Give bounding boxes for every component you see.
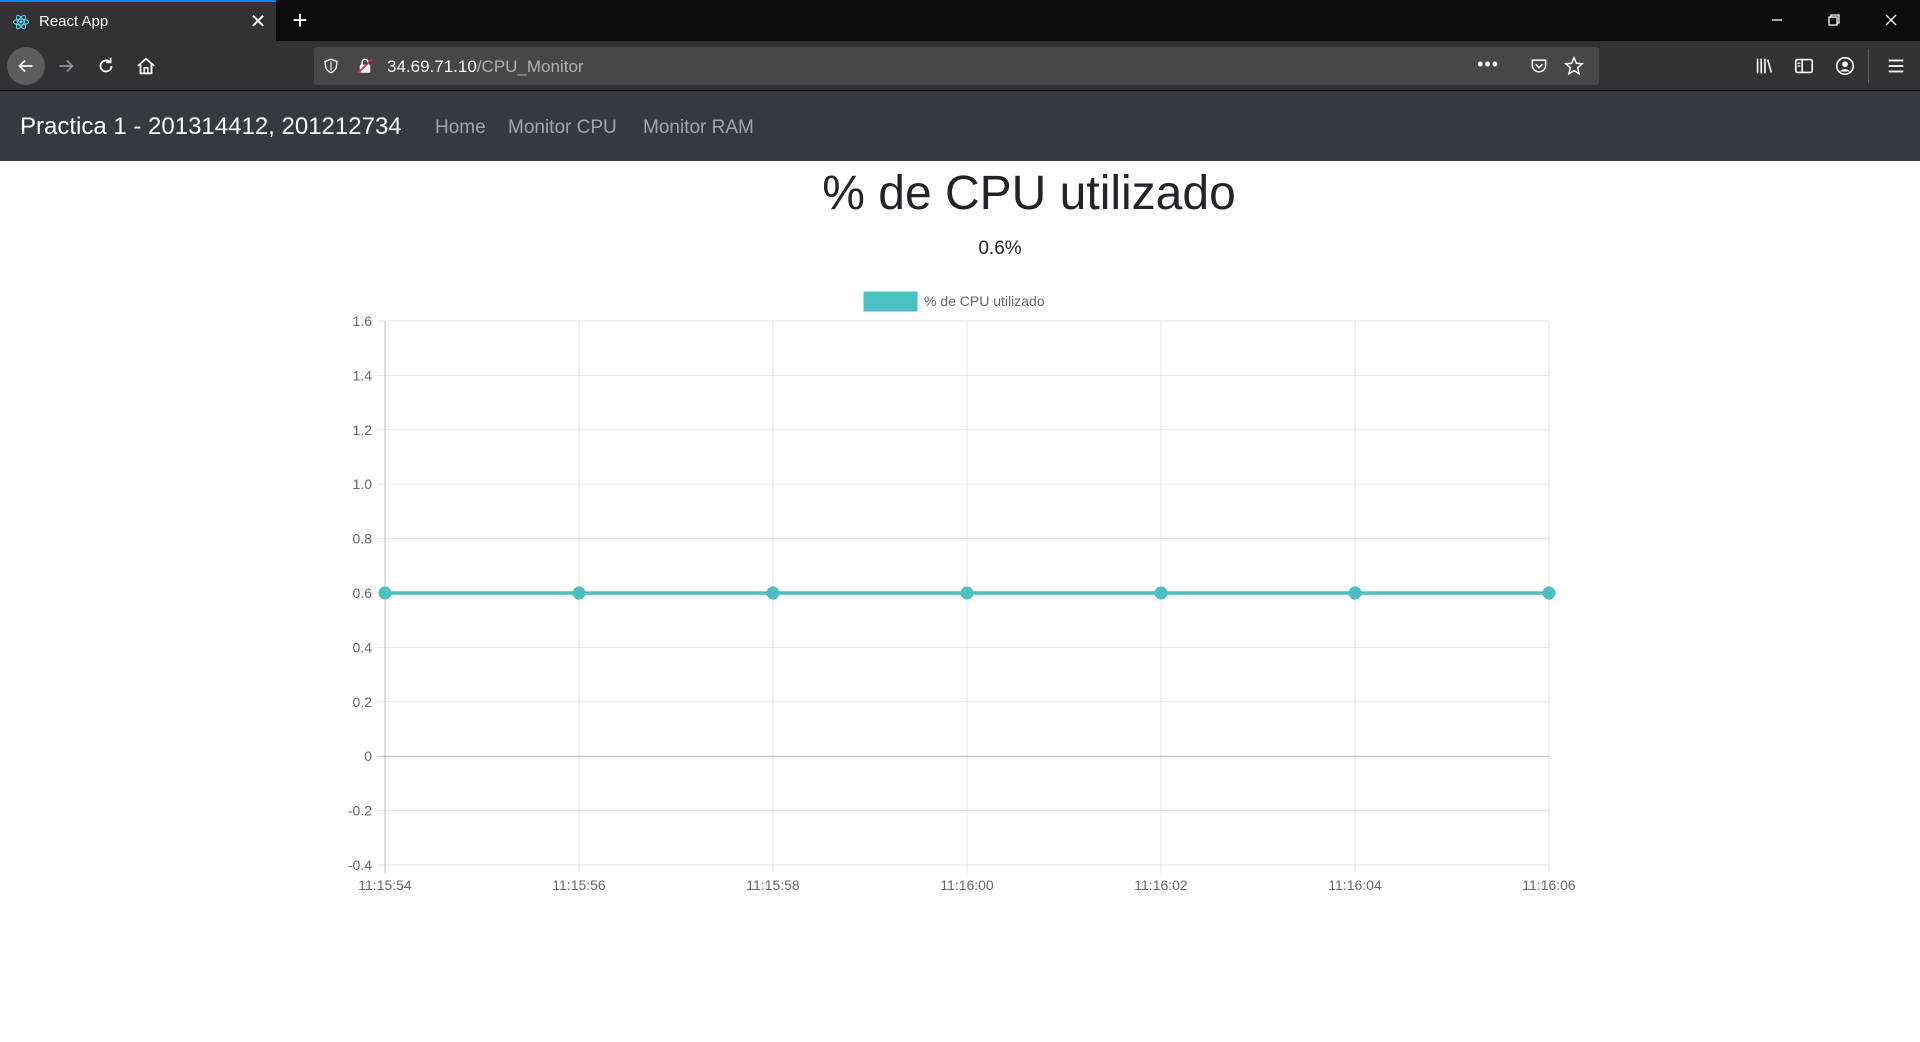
data-point: [378, 586, 392, 600]
y-tick-label: 0.6: [353, 585, 373, 601]
app-navbar: Practica 1 - 201314412, 201212734 Home M…: [0, 91, 1920, 161]
browser-tab[interactable]: React App ✕: [0, 0, 276, 41]
y-tick-label: 0.2: [353, 694, 373, 710]
y-tick-label: 1.4: [353, 367, 373, 383]
y-tick-label: 0: [364, 748, 372, 764]
y-tick-label: -0.2: [348, 803, 372, 819]
data-point: [1542, 586, 1556, 600]
data-point: [572, 586, 586, 600]
sidebar-icon[interactable]: [1793, 55, 1815, 77]
reload-button[interactable]: [89, 49, 123, 83]
url-host: 34.69.71.10: [387, 57, 477, 76]
bookmark-star-icon[interactable]: [1563, 55, 1585, 77]
url-text[interactable]: 34.69.71.10/CPU_Monitor: [387, 57, 584, 77]
cpu-line-chart: 1.6 1.4 1.2 1.0 0.8 0.6 0.4 0.2 0 -0.2 -0.4 11:15:5…: [348, 291, 1576, 893]
current-cpu-value: 0.6%: [978, 238, 1022, 259]
account-icon[interactable]: [1834, 55, 1856, 77]
y-tick-label: 1.6: [353, 313, 373, 329]
nav-link-monitor-cpu[interactable]: Monitor CPU: [508, 117, 617, 139]
y-tick-label: -0.4: [348, 857, 372, 873]
url-path: /CPU_Monitor: [476, 57, 584, 76]
library-icon[interactable]: [1753, 55, 1775, 77]
y-tick-label: 1.2: [353, 422, 373, 438]
toolbar-separator: [1868, 49, 1869, 83]
data-point: [1154, 586, 1168, 600]
data-point: [766, 586, 780, 600]
shield-icon[interactable]: [322, 57, 340, 75]
page-title: % de CPU utilizado: [822, 167, 1236, 220]
nav-link-home[interactable]: Home: [435, 117, 486, 139]
browser-toolbar: 34.69.71.10/CPU_Monitor •••: [0, 41, 1920, 91]
close-window-icon[interactable]: [1879, 8, 1903, 32]
minimize-icon[interactable]: [1765, 8, 1789, 32]
browser-tab-bar: React App ✕ +: [0, 0, 1920, 41]
data-point: [960, 586, 974, 600]
x-tick-label: 11:15:58: [746, 877, 800, 893]
close-tab-icon[interactable]: ✕: [247, 11, 269, 33]
hamburger-menu-icon[interactable]: [1885, 55, 1907, 77]
reload-icon: [99, 57, 113, 73]
page-actions-icon[interactable]: •••: [1477, 54, 1499, 75]
navbar-brand[interactable]: Practica 1 - 201314412, 201212734: [20, 113, 402, 141]
new-tab-icon[interactable]: +: [286, 7, 314, 35]
react-logo-icon: [13, 14, 29, 30]
pocket-icon[interactable]: [1529, 56, 1549, 76]
forward-button[interactable]: [49, 49, 83, 83]
y-tick-label: 0.4: [353, 639, 373, 655]
x-tick-label: 11:16:02: [1134, 877, 1188, 893]
url-bar[interactable]: 34.69.71.10/CPU_Monitor •••: [314, 47, 1599, 85]
arrow-right-icon: [59, 59, 74, 73]
x-tick-label: 11:15:54: [358, 877, 412, 893]
legend-swatch: [863, 291, 918, 312]
y-tick-label: 1.0: [353, 476, 373, 492]
restore-icon[interactable]: [1822, 8, 1846, 32]
nav-link-monitor-ram[interactable]: Monitor RAM: [643, 117, 754, 139]
data-point: [1348, 586, 1362, 600]
x-tick-label: 11:16:06: [1522, 877, 1576, 893]
insecure-lock-icon[interactable]: [356, 57, 374, 75]
home-icon: [137, 57, 155, 75]
x-tick-label: 11:16:00: [940, 877, 994, 893]
legend-label: % de CPU utilizado: [924, 293, 1045, 309]
arrow-left-icon: [18, 59, 33, 73]
back-button[interactable]: [7, 47, 45, 85]
x-tick-label: 11:16:04: [1328, 877, 1382, 893]
home-button[interactable]: [129, 49, 163, 83]
y-tick-label: 0.8: [353, 531, 373, 547]
tab-title: React App: [39, 13, 109, 30]
x-tick-label: 11:15:56: [552, 877, 606, 893]
